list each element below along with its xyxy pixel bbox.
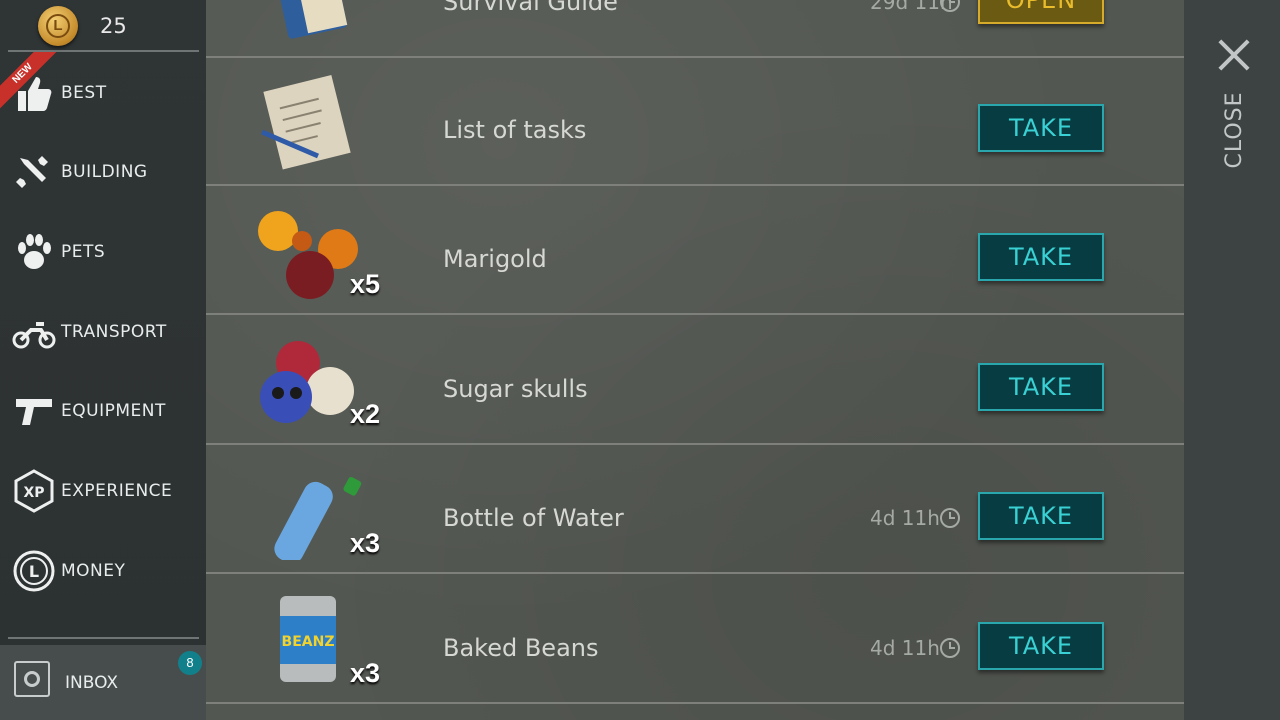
sidebar-item-label: BEST [61, 83, 107, 103]
item-quantity: x3 [350, 528, 381, 558]
sidebar-item-label: EQUIPMENT [61, 401, 166, 421]
sidebar: L 25 BEST NEW BUILDING PETS TRANSPORT EQ… [0, 0, 206, 720]
hammer-wrench-icon [16, 156, 48, 188]
list-item: List of tasks TAKE [206, 58, 1184, 186]
list-item: x3 Bottle of Water 4d 11h TAKE [206, 446, 1184, 574]
water-bottle-icon [274, 477, 362, 560]
svg-text:BEANZ: BEANZ [282, 634, 335, 650]
item-quantity: x5 [350, 269, 381, 299]
list-item: x2 Sugar skulls TAKE [206, 317, 1184, 445]
close-label[interactable]: CLOSE [1222, 82, 1247, 178]
sidebar-item-money[interactable]: L MONEY [0, 541, 206, 601]
item-name: Sugar skulls [443, 375, 588, 403]
open-button[interactable]: OPEN [978, 0, 1104, 24]
pistol-icon [16, 399, 52, 425]
paw-icon [18, 234, 51, 269]
sidebar-item-label: PETS [61, 242, 106, 262]
take-button[interactable]: TAKE [978, 492, 1104, 540]
take-button[interactable]: TAKE [978, 104, 1104, 152]
currency-value: 25 [100, 14, 127, 38]
item-quantity: x2 [350, 399, 381, 429]
clock-icon [940, 638, 960, 658]
take-button[interactable]: TAKE [978, 233, 1104, 281]
new-ribbon: NEW [0, 52, 60, 112]
sidebar-item-experience[interactable]: XP EXPERIENCE [0, 461, 206, 521]
svg-text:XP: XP [23, 485, 44, 501]
sidebar-divider [8, 637, 199, 639]
item-name: List of tasks [443, 116, 587, 144]
list-item: BEANZ x3 Baked Beans 4d 11h TAKE [206, 576, 1184, 704]
sidebar-item-equipment[interactable]: EQUIPMENT [0, 381, 206, 441]
take-button[interactable]: TAKE [978, 622, 1104, 670]
coin-icon: L [13, 550, 55, 592]
sidebar-item-transport[interactable]: TRANSPORT [0, 302, 206, 362]
sidebar-item-pets[interactable]: PETS [0, 222, 206, 282]
safe-icon [14, 661, 50, 697]
marigold-icon [258, 211, 358, 299]
sidebar-item-building[interactable]: BUILDING [0, 142, 206, 202]
item-name: Baked Beans [443, 634, 599, 662]
sidebar-item-label: TRANSPORT [61, 322, 167, 342]
baked-beans-can-icon: BEANZ [280, 596, 336, 682]
inbox-item-list[interactable]: Survival Guide 29d 11h OPEN List of task… [206, 0, 1184, 720]
take-button[interactable]: TAKE [978, 363, 1104, 411]
sidebar-item-label: BUILDING [61, 162, 148, 182]
sidebar-item-label: MONEY [61, 561, 126, 581]
list-item: x5 Marigold TAKE [206, 187, 1184, 315]
sugar-skulls-icon [260, 341, 354, 423]
currency-display: L 25 [8, 0, 199, 52]
svg-text:L: L [29, 562, 39, 581]
inbox-label: INBOX [65, 673, 119, 693]
item-timer: 4d 11h [870, 506, 940, 530]
close-icon[interactable] [1217, 38, 1251, 72]
sidebar-item-inbox[interactable]: INBOX 8 [0, 645, 206, 720]
item-timer: 4d 11h [870, 636, 940, 660]
coin-icon: L [38, 6, 78, 46]
task-list-paper-icon [261, 74, 351, 170]
list-item: Survival Guide 29d 11h OPEN [206, 0, 1184, 58]
item-name: Marigold [443, 245, 547, 273]
inbox-count-badge: 8 [178, 651, 202, 675]
xp-badge-icon: XP [14, 469, 54, 513]
item-quantity: x3 [350, 658, 381, 688]
motorcycle-icon [12, 322, 56, 349]
item-name: Survival Guide [443, 0, 618, 16]
sidebar-item-label: EXPERIENCE [61, 481, 173, 501]
clock-icon [940, 508, 960, 528]
item-name: Bottle of Water [443, 504, 624, 532]
close-panel[interactable]: CLOSE [1184, 0, 1280, 720]
survival-guide-icon [273, 0, 348, 39]
